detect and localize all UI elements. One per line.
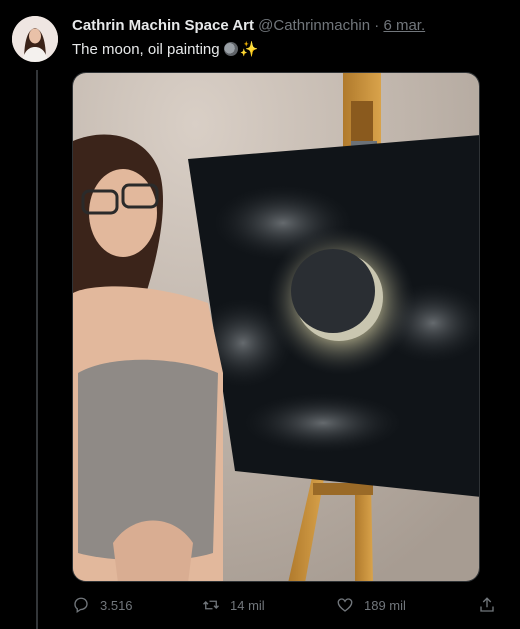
author-name[interactable]: Cathrin Machin Space Art [72, 17, 254, 34]
moon-emoji-icon [223, 42, 238, 56]
heart-icon [337, 598, 353, 612]
author-handle[interactable]: @Cathrinmachin [258, 17, 370, 34]
tweet-actions: 3.516 14 mil 189 mil [72, 592, 502, 618]
reply-button[interactable]: 3.516 [72, 592, 133, 618]
tweet-text-row: The moon, oil painting ✨ [72, 40, 258, 60]
photo-image [73, 73, 479, 581]
share-icon [480, 597, 494, 612]
separator-dot: · [374, 17, 380, 34]
thread-line [36, 70, 38, 629]
reply-icon [74, 597, 88, 614]
retweet-count: 14 mil [230, 597, 265, 613]
retweet-icon [203, 600, 219, 610]
tweet-header: Cathrin Machin Space Art @Cathrinmachin … [72, 16, 425, 36]
tweet-timestamp[interactable]: 6 mar. [383, 17, 425, 34]
avatar[interactable] [12, 16, 58, 62]
tweet-text: The moon, oil painting [72, 41, 220, 58]
share-button[interactable] [478, 592, 496, 618]
retweet-button[interactable]: 14 mil [202, 592, 265, 618]
like-button[interactable]: 189 mil [336, 592, 406, 618]
like-count: 189 mil [364, 597, 406, 613]
reply-count: 3.516 [100, 597, 133, 613]
sparkles-emoji-icon: ✨ [239, 41, 259, 58]
tweet-media-photo[interactable] [72, 72, 480, 582]
avatar-image [12, 16, 58, 62]
